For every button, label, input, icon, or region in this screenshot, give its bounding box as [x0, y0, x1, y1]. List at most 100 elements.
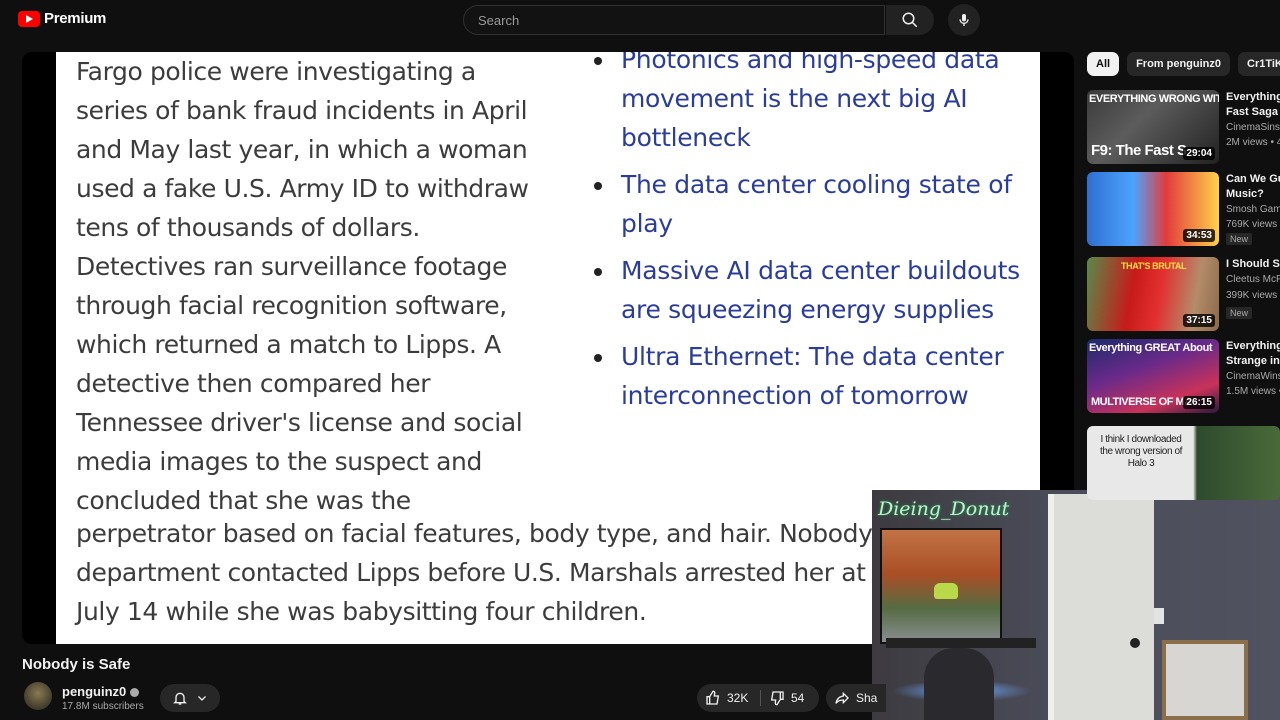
- chip-related[interactable]: Cr1TiKa: [1238, 52, 1280, 76]
- article-line: used a fake U.S. Army ID to withdraw: [76, 174, 529, 203]
- like-button[interactable]: 32K: [705, 684, 748, 712]
- title-line: I Should SE: [1226, 258, 1280, 270]
- chip-all[interactable]: All: [1087, 52, 1120, 76]
- webcam-shelf: [1162, 640, 1248, 720]
- mic-icon: [959, 14, 969, 26]
- thumbnail-text: Everything GREAT About: [1089, 342, 1213, 354]
- video-thumbnail[interactable]: THAT'S BRUTAL 37:15: [1087, 257, 1219, 331]
- thumbnail-text: THAT'S BRUTAL: [1121, 261, 1187, 271]
- thumbnail-text: EVERYTHING WRONG WITH: [1089, 93, 1219, 105]
- title-line: Strange in t: [1226, 355, 1280, 367]
- like-dislike-bar: 32K 54: [697, 684, 819, 712]
- recommendation-title[interactable]: Can We Gu Music?: [1226, 172, 1280, 202]
- share-label: Sha: [856, 691, 878, 705]
- dislike-count: 54: [791, 691, 805, 705]
- recommendation-item[interactable]: I think I downloaded the wrong version o…: [1087, 426, 1280, 502]
- recommendation-views: 1.5M views •: [1226, 386, 1280, 397]
- search-button[interactable]: [886, 5, 934, 35]
- like-count: 32K: [727, 691, 749, 705]
- recommendation-channel[interactable]: Smosh Game: [1226, 204, 1280, 215]
- article-line: tens of thousands of dollars.: [76, 213, 420, 242]
- youtube-logo[interactable]: Premium: [18, 10, 106, 27]
- related-link: Photonics and high-speed data movement i…: [591, 52, 1031, 157]
- recommendation-title[interactable]: Everything Strange in t: [1226, 339, 1280, 369]
- article-line: Tennessee driver's license and social: [76, 408, 523, 437]
- recommendation-item[interactable]: Everything GREAT About MULTIVERSE OF MA …: [1087, 339, 1280, 415]
- recommendation-title[interactable]: Everything Fast Saga I: [1226, 90, 1280, 120]
- thumbs-up-icon: [706, 690, 720, 705]
- video-duration: 26:15: [1183, 396, 1215, 409]
- webcam-desk: [886, 638, 1036, 648]
- thumbnail-caption: F9: The Fast S: [1091, 142, 1187, 159]
- article-line: and May last year, in which a woman: [76, 135, 528, 164]
- share-icon: [835, 691, 849, 705]
- title-line: Music?: [1226, 188, 1264, 200]
- recommendation-title[interactable]: I Should SE: [1226, 257, 1280, 272]
- like-divider: [760, 690, 761, 706]
- title-line: Can We Gu: [1226, 173, 1280, 185]
- filter-chips: All From penguinz0 Cr1TiKa: [1087, 52, 1280, 76]
- recommendation-channel[interactable]: CinemaSins: [1226, 122, 1280, 133]
- channel-name[interactable]: penguinz0: [62, 684, 140, 699]
- new-badge: New: [1226, 307, 1253, 319]
- webcam-chair: [924, 648, 994, 720]
- recommendation-views: 2M views • 4: [1226, 137, 1280, 148]
- verified-icon: [130, 688, 140, 698]
- recommendation-item[interactable]: EVERYTHING WRONG WITH F9: The Fast S 29:…: [1087, 90, 1280, 166]
- thumbnail-caption: MULTIVERSE OF MA: [1091, 396, 1192, 408]
- video-thumbnail[interactable]: I think I downloaded the wrong version o…: [1087, 426, 1280, 500]
- chip-from-channel[interactable]: From penguinz0: [1127, 52, 1231, 76]
- thumbs-down-icon: [770, 691, 784, 706]
- voice-search-button[interactable]: [948, 4, 980, 36]
- recommendation-views: 769K views •: [1226, 219, 1280, 230]
- article-line: series of bank fraud incidents in April: [76, 96, 528, 125]
- notifications-button[interactable]: [160, 684, 220, 712]
- article-line: Fargo police were investigating a: [76, 57, 476, 86]
- webcam-door: [1048, 494, 1154, 720]
- dislike-button[interactable]: 54: [769, 684, 804, 712]
- logo-text: Premium: [44, 10, 107, 27]
- webcam-door-knob: [1130, 638, 1140, 648]
- video-thumbnail[interactable]: EVERYTHING WRONG WITH F9: The Fast S 29:…: [1087, 90, 1219, 164]
- thumbnail-text: I think I downloaded the wrong version o…: [1099, 434, 1183, 469]
- webcam-light-switch: [1154, 608, 1164, 624]
- chevron-down-icon: [198, 696, 206, 701]
- article-line: through facial recognition software,: [76, 291, 507, 320]
- recommendation-item[interactable]: THAT'S BRUTAL 37:15 I Should SE Cleetus …: [1087, 257, 1280, 333]
- webcam-tv-car: [934, 583, 958, 599]
- video-duration: 37:15: [1183, 314, 1215, 327]
- top-bar: Premium: [0, 0, 1280, 44]
- avatar[interactable]: [24, 682, 52, 710]
- search-icon: [902, 12, 918, 28]
- video-thumbnail[interactable]: 34:53: [1087, 172, 1219, 246]
- article-line: Detectives ran surveillance footage: [76, 252, 508, 281]
- title-line: Fast Saga I: [1226, 106, 1280, 118]
- channel-name-text[interactable]: penguinz0: [62, 684, 126, 699]
- search-input[interactable]: [476, 12, 860, 29]
- subscriber-count: 17.8M subscribers: [62, 701, 144, 712]
- article-line: media images to the suspect and: [76, 447, 482, 476]
- webcam-name: Dieing_Donut: [878, 498, 1010, 520]
- new-badge: New: [1226, 233, 1253, 245]
- related-links-list: Photonics and high-speed data movement i…: [591, 52, 1031, 423]
- bell-icon: [173, 692, 187, 705]
- title-line: Everything: [1226, 91, 1280, 103]
- title-line: Everything: [1226, 340, 1280, 352]
- webcam-overlay: Dieing_Donut: [872, 490, 1280, 720]
- article-line: detective then compared her: [76, 369, 431, 398]
- related-link: Ultra Ethernet: The data center intercon…: [591, 337, 1031, 415]
- article-line: which returned a match to Lipps. A: [76, 330, 501, 359]
- video-duration: 29:04: [1183, 147, 1215, 160]
- youtube-play-icon: [18, 10, 40, 27]
- related-link: The data center cooling state of play: [591, 165, 1031, 243]
- recommendation-item[interactable]: 34:53 Can We Gu Music? Smosh Game 769K v…: [1087, 172, 1280, 248]
- recommendation-channel[interactable]: Cleetus McF: [1226, 274, 1280, 285]
- video-title: Nobody is Safe: [22, 656, 131, 673]
- article-text: Fargo police were investigating a series…: [76, 52, 596, 520]
- recommendation-views: 399K views •: [1226, 290, 1280, 301]
- video-duration: 34:53: [1183, 229, 1215, 242]
- recommendation-channel[interactable]: CinemaWins: [1226, 371, 1280, 382]
- share-button[interactable]: Sha: [826, 684, 886, 712]
- search-box[interactable]: [463, 5, 885, 35]
- video-thumbnail[interactable]: Everything GREAT About MULTIVERSE OF MA …: [1087, 339, 1219, 413]
